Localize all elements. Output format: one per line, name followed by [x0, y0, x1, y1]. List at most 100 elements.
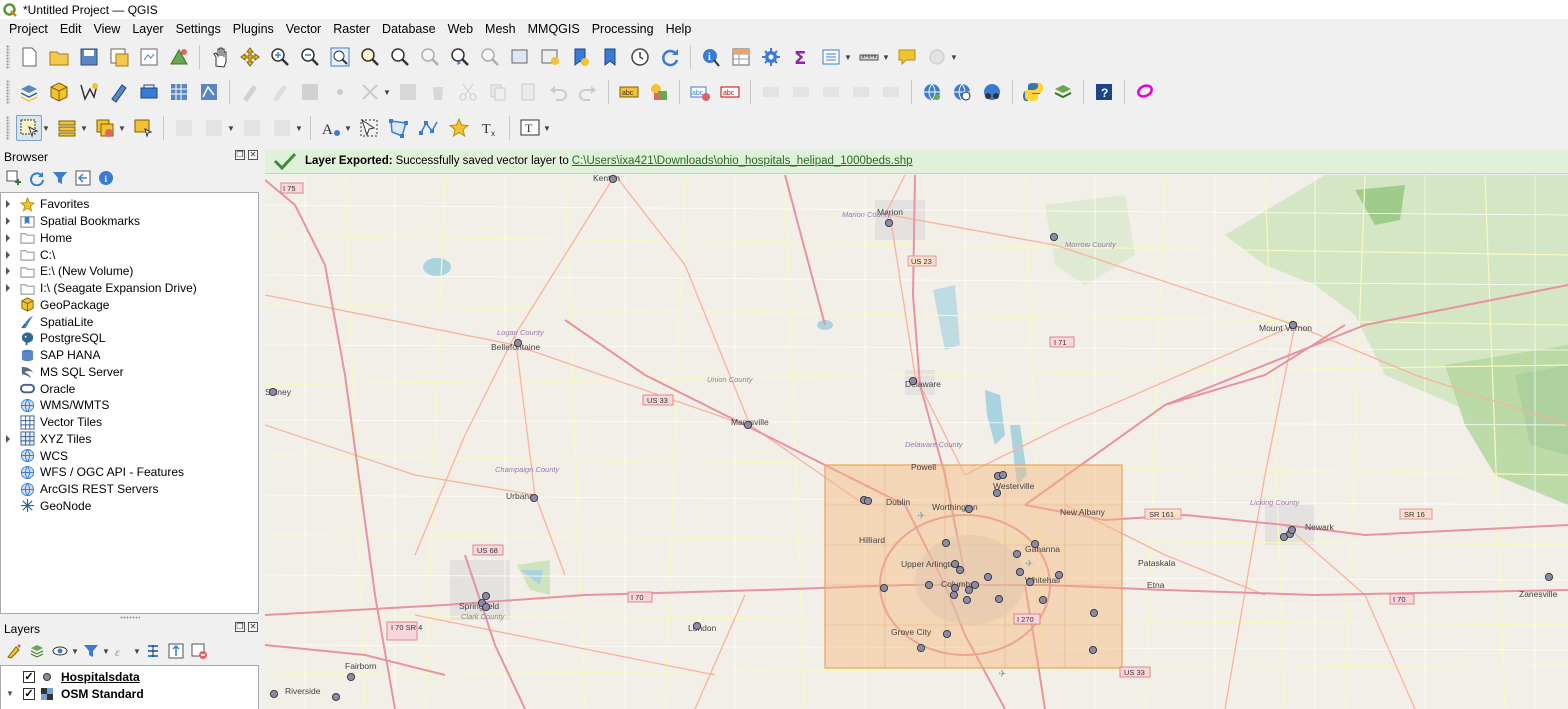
hospital-point[interactable]	[529, 493, 539, 503]
add-point-feature-icon[interactable]	[327, 79, 353, 105]
zoom-in-icon[interactable]	[267, 44, 293, 70]
zoom-next-icon[interactable]	[477, 44, 503, 70]
hospital-point[interactable]	[879, 583, 889, 593]
show-bookmarks-icon[interactable]	[597, 44, 623, 70]
new-project-icon[interactable]	[16, 44, 42, 70]
shape-digitizing-icon[interactable]	[201, 115, 227, 141]
zoom-native-resolution-icon[interactable]	[417, 44, 443, 70]
chevron-down-icon[interactable]: ▼	[950, 53, 958, 62]
chevron-down-icon[interactable]: ▼	[844, 53, 852, 62]
diagram-properties-icon[interactable]	[646, 79, 672, 105]
layer-styling-icon[interactable]	[4, 641, 24, 661]
new-map-view-icon[interactable]	[507, 44, 533, 70]
save-layer-edits-icon[interactable]	[297, 79, 323, 105]
hospital-point[interactable]	[916, 643, 926, 653]
measure-line-icon[interactable]	[856, 44, 882, 70]
python-console-icon[interactable]	[1020, 79, 1046, 105]
hospital-point[interactable]	[481, 602, 491, 612]
expand-arrow-icon[interactable]	[6, 434, 10, 443]
save-as-icon[interactable]	[106, 44, 132, 70]
refresh-icon[interactable]	[657, 44, 683, 70]
hospital-point[interactable]	[949, 590, 959, 600]
zoom-last-icon[interactable]	[447, 44, 473, 70]
hospital-point[interactable]	[346, 672, 356, 682]
browser-item-wfs[interactable]: WFS / OGC API - Features	[1, 464, 258, 481]
mmqgis-street-view-icon[interactable]	[979, 79, 1005, 105]
hospital-point[interactable]	[1049, 232, 1059, 242]
layer-osm-standard[interactable]: ▼ ✓ OSM Standard	[1, 685, 258, 702]
exported-file-link[interactable]: C:\Users\ixa421\Downloads\ohio_hospitals…	[572, 155, 913, 167]
new-bookmark-icon[interactable]	[567, 44, 593, 70]
hospital-point[interactable]	[268, 387, 278, 397]
new-virtual-layer-icon[interactable]	[136, 79, 162, 105]
refresh-icon[interactable]	[27, 168, 47, 188]
zoom-to-layer-icon[interactable]	[387, 44, 413, 70]
browser-item-geopackage[interactable]: GeoPackage	[1, 297, 258, 314]
menu-edit[interactable]: Edit	[54, 20, 88, 38]
pin-labels-icon[interactable]	[758, 79, 784, 105]
modify-attributes-icon[interactable]	[395, 79, 421, 105]
toolbar-grip[interactable]	[6, 45, 10, 69]
hospital-point[interactable]	[481, 591, 491, 601]
temporal-controller-icon[interactable]	[627, 44, 653, 70]
filter-browser-icon[interactable]	[50, 168, 70, 188]
menu-project[interactable]: Project	[3, 20, 54, 38]
expand-arrow-icon[interactable]	[6, 250, 10, 259]
remove-layer-icon[interactable]	[189, 641, 209, 661]
deselect-features-icon[interactable]	[92, 115, 118, 141]
layer-hospitalsdata[interactable]: ✓ Hospitalsdata	[1, 668, 258, 685]
map-canvas[interactable]: Kenton Marion Bellefontaine Marysville D…	[265, 175, 1568, 709]
show-hide-labels-icon[interactable]	[788, 79, 814, 105]
vertex-editor-icon[interactable]	[386, 115, 412, 141]
plugin-manager-icon[interactable]	[1050, 79, 1076, 105]
chevron-down-icon[interactable]: ▼	[344, 124, 352, 133]
hospital-point[interactable]	[1287, 525, 1297, 535]
hospital-point[interactable]	[1088, 645, 1098, 655]
save-project-icon[interactable]	[76, 44, 102, 70]
text-annotation-icon[interactable]: A	[318, 115, 344, 141]
expand-arrow-icon[interactable]	[6, 217, 10, 226]
cut-features-icon[interactable]	[455, 79, 481, 105]
menu-mesh[interactable]: Mesh	[479, 20, 522, 38]
expand-arrow-icon[interactable]	[6, 233, 10, 242]
identify-cursor-icon[interactable]	[356, 115, 382, 141]
attribute-table-icon[interactable]	[728, 44, 754, 70]
move-label-icon[interactable]	[818, 79, 844, 105]
browser-item-favorites[interactable]: Favorites	[1, 196, 258, 213]
mmqgis-search-icon[interactable]	[949, 79, 975, 105]
toolbar-grip[interactable]	[6, 116, 10, 140]
browser-item-wcs[interactable]: WCS	[1, 447, 258, 464]
current-edits-icon[interactable]	[237, 79, 263, 105]
undo-icon[interactable]	[545, 79, 571, 105]
zoom-to-selection-icon[interactable]	[357, 44, 383, 70]
hospital-point[interactable]	[1089, 608, 1099, 618]
add-raster-layer-icon[interactable]	[166, 79, 192, 105]
browser-item-geonode[interactable]: GeoNode	[1, 498, 258, 515]
statistical-summary-icon[interactable]: Σ	[788, 44, 814, 70]
menu-mmqgis[interactable]: MMQGIS	[522, 20, 586, 38]
hospital-point[interactable]	[908, 376, 918, 386]
hospital-point[interactable]	[692, 621, 702, 631]
add-vector-layer-icon[interactable]	[196, 79, 222, 105]
zoom-out-icon[interactable]	[297, 44, 323, 70]
chevron-down-icon[interactable]: ▼	[882, 53, 890, 62]
chevron-down-icon[interactable]: ▼	[383, 88, 391, 97]
hospital-point[interactable]	[950, 559, 960, 569]
hospital-point[interactable]	[992, 488, 1002, 498]
text-format-icon[interactable]: Tx	[476, 115, 502, 141]
browser-item-arcgis-rest[interactable]: ArcGIS REST Servers	[1, 481, 258, 498]
menu-vector[interactable]: Vector	[280, 20, 327, 38]
mmqgis-geocode-icon[interactable]	[919, 79, 945, 105]
new-geopackage-layer-icon[interactable]	[46, 79, 72, 105]
chevron-down-icon[interactable]: ▼	[102, 647, 110, 656]
hospital-point[interactable]	[1012, 549, 1022, 559]
menu-plugins[interactable]: Plugins	[227, 20, 280, 38]
layer-visibility-checkbox[interactable]: ✓	[23, 670, 35, 683]
redo-icon[interactable]	[575, 79, 601, 105]
zoom-full-icon[interactable]	[327, 44, 353, 70]
hospital-point[interactable]	[513, 338, 523, 348]
hospital-point[interactable]	[964, 585, 974, 595]
map-tips-icon[interactable]	[894, 44, 920, 70]
identify-features-icon[interactable]: i	[698, 44, 724, 70]
browser-item-c-drive[interactable]: C:\	[1, 246, 258, 263]
